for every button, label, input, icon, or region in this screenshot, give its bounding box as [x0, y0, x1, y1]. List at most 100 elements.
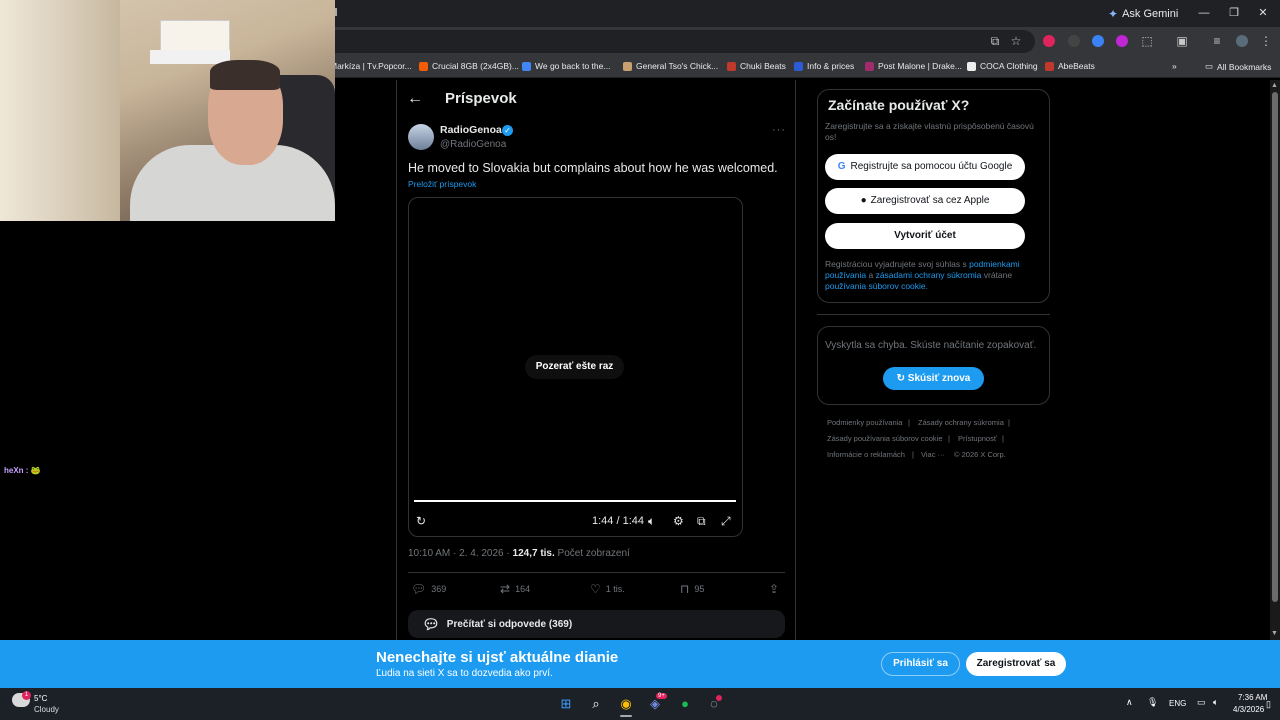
- bookmark-item[interactable]: Markíza | Tv.Popcor...: [330, 61, 412, 71]
- bookmark-label: Markíza | Tv.Popcor...: [330, 61, 412, 71]
- bookmark-button[interactable]: ⊓ 95: [680, 582, 704, 596]
- privacy-link[interactable]: zásadami ochrany súkromia: [876, 270, 982, 280]
- windows-start-icon[interactable]: ⊞: [557, 695, 575, 713]
- bookmark-count: 95: [694, 584, 705, 594]
- webcam-overlay: [0, 0, 335, 221]
- bookmark-item[interactable]: General Tso's Chick...: [623, 61, 718, 71]
- read-replies-button[interactable]: 💬︎ Prečítať si odpovede (369): [408, 610, 785, 638]
- extension-icon[interactable]: [1116, 35, 1128, 47]
- bookmarks-overflow-icon[interactable]: »: [1172, 61, 1177, 71]
- like-button[interactable]: ♡ 1 tis.: [590, 582, 625, 596]
- tray-overflow-icon[interactable]: ∧: [1126, 697, 1133, 708]
- search-icon[interactable]: ⌕: [587, 695, 605, 713]
- ask-gemini-button[interactable]: ✦ Ask Gemini: [1108, 7, 1178, 21]
- legal-text: .: [925, 281, 929, 291]
- scroll-thumb[interactable]: [1272, 92, 1278, 602]
- microphone-icon[interactable]: 🎙︎: [1147, 697, 1158, 708]
- notifications-icon[interactable]: ▯: [1266, 699, 1271, 710]
- close-icon[interactable]: ✕: [1253, 5, 1273, 21]
- chat-username: heXn :: [4, 466, 29, 475]
- volume-icon[interactable]: 🔈︎: [1213, 697, 1218, 708]
- all-bookmarks-button[interactable]: ▭ All Bookmarks: [1205, 61, 1271, 72]
- weather-temperature[interactable]: 5°C: [34, 694, 47, 703]
- create-account-button[interactable]: Vytvoriť účet: [825, 223, 1025, 249]
- back-arrow-icon[interactable]: ←: [407, 90, 423, 108]
- favicon-icon: [794, 61, 803, 71]
- share-button[interactable]: ⇪: [769, 582, 779, 596]
- author-name[interactable]: RadioGenoa: [440, 124, 502, 136]
- fullscreen-icon[interactable]: ⤢: [721, 514, 731, 529]
- discord-badge: 9+: [656, 693, 667, 699]
- google-signup-button[interactable]: G Registrujte sa pomocou účtu Google: [825, 154, 1025, 180]
- apple-signup-button[interactable]: ● Zaregistrovať sa cez Apple: [825, 188, 1025, 214]
- picture-in-picture-icon[interactable]: ⧉: [697, 514, 706, 529]
- verified-badge-icon: ✓: [502, 125, 513, 136]
- extensions-puzzle-icon[interactable]: ⬚: [1139, 33, 1155, 49]
- extension-icon[interactable]: [1068, 35, 1080, 47]
- favicon-icon: [727, 61, 736, 71]
- author-avatar[interactable]: [408, 124, 434, 150]
- more-options-icon[interactable]: ···: [772, 124, 786, 136]
- register-button[interactable]: Zaregistrovať sa: [966, 652, 1066, 676]
- bookmark-label: COCA Clothing: [980, 61, 1038, 71]
- restore-icon[interactable]: ❐: [1224, 5, 1244, 21]
- footer-cookies-link[interactable]: Zásady používania súborov cookie: [827, 434, 943, 443]
- retry-button[interactable]: ↻ Skúsiť znova: [883, 367, 984, 390]
- favicon-icon: [522, 61, 531, 71]
- cookies-link[interactable]: používania súborov cookie: [825, 281, 926, 291]
- footer-more-link[interactable]: Viac ···: [921, 450, 945, 459]
- author-handle[interactable]: @RadioGenoa: [440, 139, 506, 150]
- curtain: [0, 0, 120, 221]
- volume-icon[interactable]: 🔈︎: [648, 514, 655, 529]
- favicon-icon: [967, 61, 976, 71]
- footer-separator: |: [948, 434, 950, 443]
- address-bar[interactable]: [335, 30, 1035, 53]
- reading-list-icon[interactable]: ≡: [1209, 33, 1225, 49]
- footer-privacy-link[interactable]: Zásady ochrany súkromia: [918, 418, 1004, 427]
- scroll-up-icon[interactable]: ▲: [1271, 82, 1278, 89]
- error-card: [817, 326, 1050, 405]
- bookmark-item[interactable]: Chuki Beats: [727, 61, 786, 71]
- post-timestamp[interactable]: 10:10 AM · 2. 4. 2026 ·: [408, 548, 513, 559]
- repost-count: 164: [515, 584, 531, 594]
- scroll-down-icon[interactable]: ▼: [1271, 630, 1278, 637]
- clock-date[interactable]: 4/3/2026: [1233, 705, 1264, 714]
- spotify-icon[interactable]: ●: [676, 695, 694, 713]
- footer-accessibility-link[interactable]: Prístupnosť: [958, 434, 997, 443]
- favicon-icon: [1045, 61, 1054, 71]
- extension-icon[interactable]: [1092, 35, 1104, 47]
- watch-again-button[interactable]: Pozerať ešte raz: [525, 355, 624, 379]
- bookmark-label: AbeBeats: [1058, 61, 1095, 71]
- bookmark-item[interactable]: AbeBeats: [1045, 61, 1095, 71]
- bookmark-item[interactable]: COCA Clothing: [967, 61, 1038, 71]
- minimize-icon[interactable]: —: [1194, 5, 1214, 21]
- login-button[interactable]: Prihlásiť sa: [881, 652, 960, 676]
- chrome-icon[interactable]: ◉: [617, 695, 635, 713]
- legal-text: Registráciou vyjadrujete svoj súhlas s: [825, 259, 970, 269]
- bookmark-star-icon[interactable]: ☆: [1008, 33, 1024, 49]
- profile-avatar[interactable]: [1236, 35, 1248, 47]
- extension-icon[interactable]: [1043, 35, 1055, 47]
- footer-terms-link[interactable]: Podmienky používania: [827, 418, 902, 427]
- translate-post-link[interactable]: Preložiť príspevok: [408, 179, 476, 189]
- repost-icon: ⇄: [500, 582, 511, 596]
- bookmark-item[interactable]: Info & prices: [794, 61, 854, 71]
- language-indicator[interactable]: ENG: [1169, 699, 1186, 708]
- reply-button[interactable]: 💬︎ 369: [411, 582, 446, 596]
- network-icon[interactable]: ▭: [1197, 697, 1206, 708]
- install-app-icon[interactable]: ⧉: [987, 33, 1003, 49]
- tab-search-icon[interactable]: ▣: [1174, 33, 1190, 49]
- settings-gear-icon[interactable]: ⚙: [673, 514, 684, 528]
- person-hair: [210, 60, 280, 90]
- replay-icon[interactable]: ↻: [416, 514, 426, 528]
- bookmark-item[interactable]: Post Malone | Drake...: [865, 61, 962, 71]
- menu-kebab-icon[interactable]: ⋮: [1258, 33, 1274, 49]
- weather-condition[interactable]: Cloudy: [34, 705, 59, 714]
- folder-icon: ▭: [1205, 61, 1214, 71]
- bookmark-item[interactable]: Crucial 8GB (2x4GB)...: [419, 61, 519, 71]
- clock-time[interactable]: 7:36 AM: [1238, 693, 1267, 702]
- like-count: 1 tis.: [605, 584, 625, 594]
- repost-button[interactable]: ⇄ 164: [500, 582, 530, 596]
- bookmark-item[interactable]: We go back to the...: [522, 61, 610, 71]
- footer-ads-link[interactable]: Informácie o reklamách: [827, 450, 905, 459]
